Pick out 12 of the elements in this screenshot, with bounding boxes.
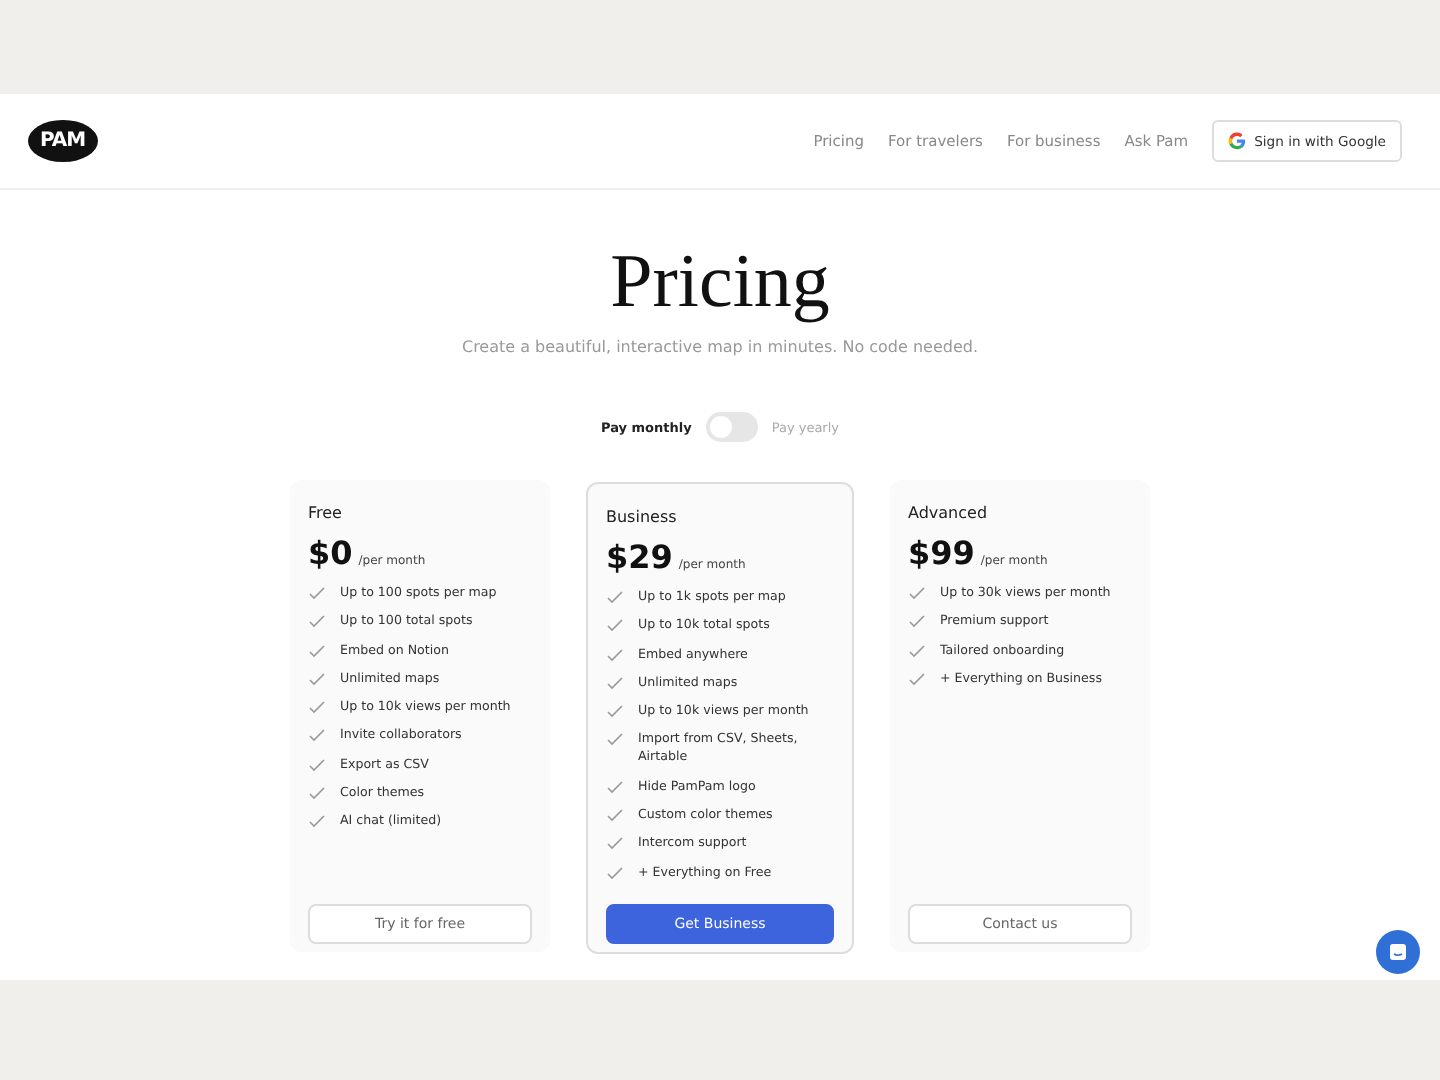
plan-price: $0 [308, 534, 353, 572]
billing-toggle[interactable] [705, 412, 758, 442]
plan-name: Free [308, 504, 344, 522]
chat-icon [1388, 942, 1408, 962]
plan-price: $29 [606, 538, 673, 576]
logo[interactable]: PAM [28, 120, 98, 162]
google-icon [1228, 132, 1247, 150]
subtitle: Create a beautiful, interactive map in minutes. No code needed. [461, 338, 978, 356]
plan-price: $99 [908, 534, 975, 572]
plan-name: Advanced [908, 504, 990, 522]
page-title: Pricing [610, 238, 830, 326]
plan-name: Business [606, 508, 679, 526]
